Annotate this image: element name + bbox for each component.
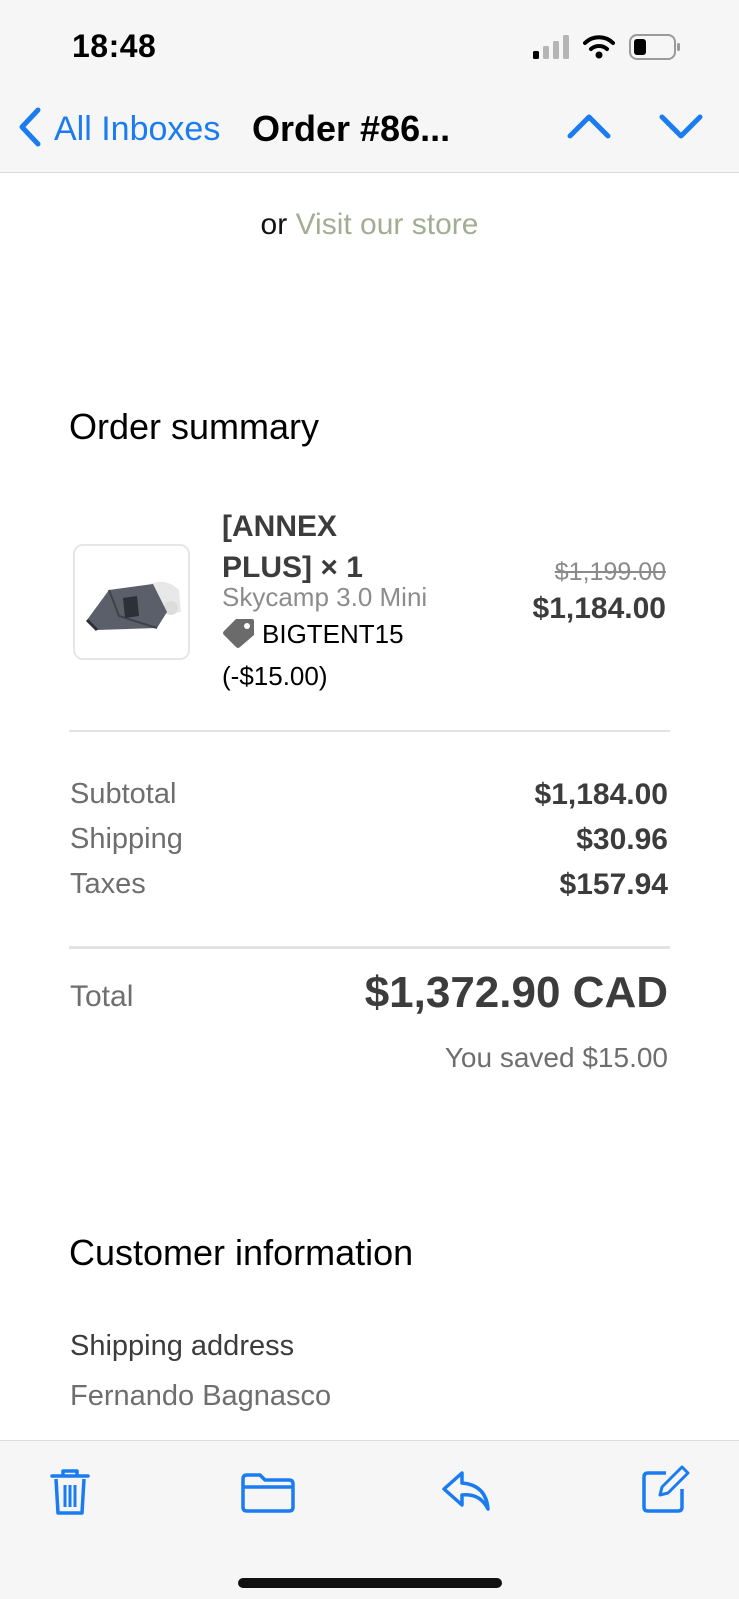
delete-button[interactable]: [48, 1467, 92, 1522]
tag-icon: [222, 617, 256, 658]
next-message-button[interactable]: [658, 110, 704, 147]
shipping-label: Shipping: [70, 823, 183, 855]
chevron-left-icon: [16, 106, 44, 153]
compose-icon: [640, 1465, 690, 1519]
store-prefix: or: [260, 208, 288, 241]
reply-icon: [440, 1471, 492, 1517]
trash-icon: [48, 1469, 92, 1521]
visit-store-link[interactable]: Visit our store: [296, 208, 479, 241]
email-body: or Visit our store Order summary [ANNEX …: [0, 174, 739, 1440]
home-indicator[interactable]: [238, 1578, 502, 1588]
divider: [69, 946, 670, 949]
item-discount: BIGTENT15 (-$15.00): [222, 616, 452, 694]
divider: [69, 730, 670, 732]
bottom-toolbar: [0, 1440, 739, 1599]
reply-button[interactable]: [440, 1469, 492, 1518]
price-final: $1,184.00: [532, 592, 666, 625]
subtotal-value: $1,184.00: [534, 778, 668, 811]
chevron-down-icon: [658, 114, 704, 146]
move-to-folder-button[interactable]: [240, 1471, 296, 1518]
battery-icon: [629, 34, 681, 65]
compose-button[interactable]: [640, 1465, 690, 1520]
item-name: [ANNEX PLUS] × 1: [222, 510, 363, 584]
customer-info-heading: Customer information: [69, 1232, 414, 1273]
cellular-signal-icon: [533, 35, 569, 64]
subtotal-label: Subtotal: [70, 778, 177, 810]
folder-icon: [240, 1473, 296, 1517]
customer-name: Fernando Bagnasco: [70, 1380, 332, 1412]
total-label: Total: [70, 980, 134, 1013]
status-time: 18:48: [72, 28, 157, 64]
taxes-label: Taxes: [70, 868, 146, 900]
item-variant: Skycamp 3.0 Mini: [222, 582, 428, 612]
shipping-address-label: Shipping address: [70, 1330, 295, 1362]
price-original: $1,199.00: [554, 558, 666, 586]
status-icons: [533, 34, 681, 65]
nav-bar: All Inboxes Order #86...: [0, 98, 739, 160]
total-value: $1,372.90 CAD: [364, 968, 668, 1017]
taxes-value: $157.94: [559, 868, 668, 901]
top-bar: 18:48 All Inboxes Order #86...: [0, 0, 739, 173]
product-image: [73, 544, 190, 660]
back-button[interactable]: All Inboxes: [16, 106, 220, 153]
wifi-icon: [583, 35, 615, 64]
order-summary-heading: Order summary: [69, 406, 320, 447]
chevron-up-icon: [566, 114, 612, 146]
page-title: Order #86...: [252, 108, 451, 149]
previous-message-button[interactable]: [566, 110, 612, 147]
savings-note: You saved $15.00: [444, 1042, 668, 1073]
back-label: All Inboxes: [54, 110, 221, 148]
store-line: or Visit our store: [0, 208, 739, 242]
shipping-value: $30.96: [576, 823, 668, 856]
